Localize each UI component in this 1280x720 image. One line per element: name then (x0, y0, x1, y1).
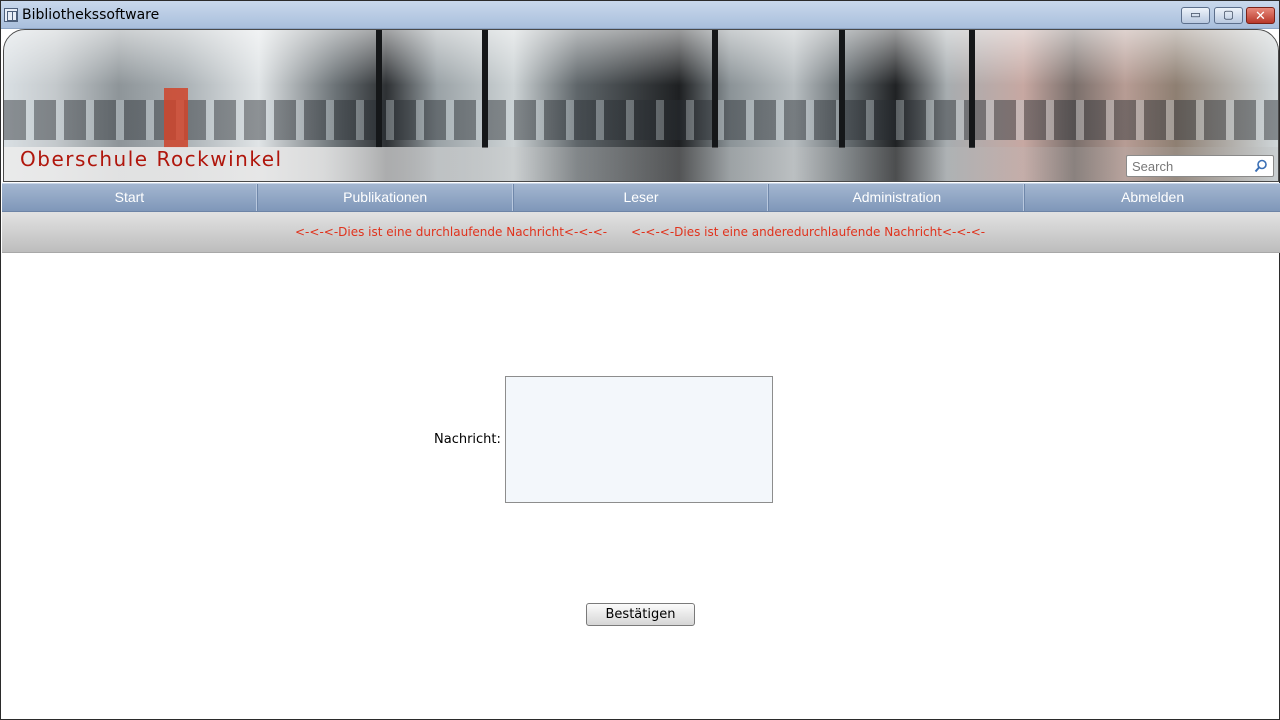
banner-door-frame (482, 30, 488, 148)
message-textarea[interactable] (505, 376, 773, 503)
title-bar[interactable]: Bibliothekssoftware ▭ ▢ ✕ (1, 1, 1279, 29)
minimize-icon: ▭ (1190, 9, 1201, 21)
ticker-message: <-<-<-Dies ist eine anderedurchlaufende … (631, 225, 986, 239)
banner-door-frame (712, 30, 718, 148)
banner-door-frame (376, 30, 382, 148)
banner-door-frame (969, 30, 975, 148)
news-ticker: <-<-<-Dies ist eine durchlaufende Nachri… (2, 212, 1280, 253)
search-icon[interactable] (1254, 159, 1268, 173)
nav-item-administration[interactable]: Administration (769, 184, 1026, 211)
nav-item-abmelden[interactable]: Abmelden (1025, 184, 1280, 211)
header-banner: Oberschule Rockwinkel (3, 29, 1279, 182)
banner-door-frame (839, 30, 845, 148)
window-title: Bibliothekssoftware (22, 7, 160, 23)
close-button[interactable]: ✕ (1246, 7, 1275, 24)
nav-item-start[interactable]: Start (2, 184, 258, 211)
message-label: Nachricht: (434, 432, 501, 447)
minimize-button[interactable]: ▭ (1181, 7, 1210, 24)
app-window: Bibliothekssoftware ▭ ▢ ✕ Oberschule Roc… (0, 0, 1280, 720)
banner-building-windows (4, 100, 1278, 140)
confirm-button[interactable]: Bestätigen (586, 603, 695, 626)
banner-red-panel (164, 88, 188, 148)
main-nav: Start Publikationen Leser Administration… (2, 183, 1280, 212)
search-box[interactable] (1126, 155, 1274, 177)
maximize-icon: ▢ (1223, 9, 1234, 21)
search-input[interactable] (1127, 156, 1251, 176)
app-icon (4, 8, 18, 22)
nav-item-publikationen[interactable]: Publikationen (258, 184, 514, 211)
ticker-message: <-<-<-Dies ist eine durchlaufende Nachri… (295, 225, 608, 239)
banner-sky (4, 30, 1278, 85)
close-icon: ✕ (1255, 8, 1266, 23)
maximize-button[interactable]: ▢ (1214, 7, 1243, 24)
nav-item-leser[interactable]: Leser (514, 184, 770, 211)
school-name: Oberschule Rockwinkel (20, 147, 283, 171)
